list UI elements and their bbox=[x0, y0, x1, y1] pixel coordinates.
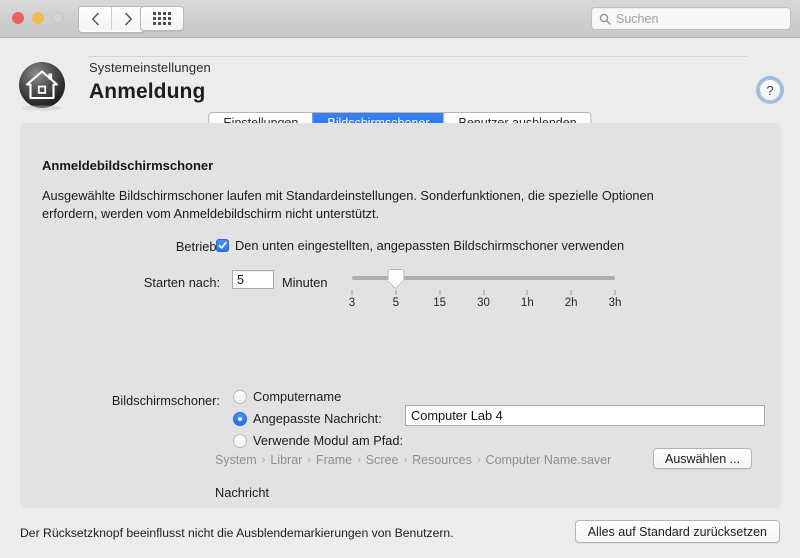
reset-all-button[interactable]: Alles auf Standard zurücksetzen bbox=[574, 520, 780, 543]
breadcrumb-segment: Computer Name.saver bbox=[485, 453, 612, 467]
breadcrumb-segment: System bbox=[215, 453, 257, 467]
window-controls bbox=[12, 12, 64, 24]
slider-tick bbox=[483, 290, 484, 295]
message-caption: Nachricht bbox=[215, 485, 270, 500]
radio-module-path[interactable]: Verwende Modul am Pfad: bbox=[233, 433, 403, 448]
operation-checkbox-row[interactable]: Den unten eingestellten, angepassten Bil… bbox=[216, 238, 624, 253]
start-after-input[interactable] bbox=[232, 270, 274, 289]
slider-tick-label: 1h bbox=[520, 297, 534, 309]
radio-custom-message-button[interactable] bbox=[233, 411, 247, 426]
screensaver-label: Bildschirmschoner: bbox=[111, 393, 220, 408]
operation-checkbox[interactable] bbox=[216, 239, 229, 252]
slider-tick-label: 3 bbox=[348, 297, 356, 309]
window-titlebar bbox=[0, 0, 800, 38]
close-button[interactable] bbox=[12, 12, 24, 24]
slider-tick-label: 2h bbox=[564, 297, 578, 309]
header-divider bbox=[88, 56, 748, 57]
system-preferences-window: Systemeinstellungen Anmeldung ? Einstell… bbox=[0, 0, 800, 558]
start-after-label: Starten nach: bbox=[143, 275, 220, 290]
show-all-button[interactable] bbox=[140, 6, 184, 31]
breadcrumb-separator: › bbox=[403, 454, 408, 466]
radio-custom-message-label: Angepasste Nachricht: bbox=[253, 411, 382, 426]
checkmark-icon bbox=[218, 241, 227, 249]
slider-tick-label: 5 bbox=[392, 297, 400, 309]
home-icon bbox=[19, 62, 65, 111]
chevron-right-icon bbox=[124, 12, 132, 25]
breadcrumb-separator: › bbox=[476, 454, 481, 466]
back-button[interactable] bbox=[79, 7, 111, 30]
settings-panel: Anmeldebildschirmschoner Ausgewählte Bil… bbox=[20, 123, 781, 508]
search-field[interactable] bbox=[591, 7, 791, 30]
slider-tick-label: 3h bbox=[608, 297, 622, 309]
radio-computername-label: Computername bbox=[253, 389, 342, 404]
breadcrumb-separator: › bbox=[357, 454, 361, 466]
choose-button[interactable]: Auswählen ... bbox=[653, 448, 753, 469]
module-path-breadcrumb: System › Librar › Frame › Scree › Resources › Comp… bbox=[215, 453, 611, 467]
custom-message-input[interactable] bbox=[405, 405, 765, 426]
minimize-button[interactable] bbox=[32, 12, 44, 24]
radio-custom-message[interactable]: Angepasste Nachricht: bbox=[233, 411, 382, 426]
grid-dots-icon bbox=[153, 12, 171, 25]
search-icon bbox=[599, 13, 611, 25]
operation-checkbox-label: Den unten eingestellten, angepassten Bil… bbox=[235, 238, 625, 253]
operation-label: Betrieb: bbox=[175, 239, 220, 254]
slider-tick bbox=[351, 290, 353, 295]
breadcrumb-segment: Librar bbox=[270, 453, 303, 467]
footer-note: Der Rücksetzknopf beeinflusst nicht die … bbox=[20, 526, 454, 540]
slider-tick-label: 30 bbox=[477, 297, 490, 309]
slider-thumb[interactable] bbox=[387, 269, 405, 288]
zoom-button bbox=[52, 12, 64, 24]
slider-tick bbox=[439, 290, 441, 295]
breadcrumb-segment: Scree bbox=[365, 453, 399, 467]
navigation-buttons bbox=[78, 6, 145, 33]
radio-module-path-label: Verwende Modul am Pfad: bbox=[253, 433, 404, 448]
slider-tick bbox=[614, 290, 616, 295]
radio-computername[interactable]: Computername bbox=[233, 389, 341, 404]
breadcrumb-segment: Frame bbox=[316, 453, 353, 467]
start-after-unit: Minuten bbox=[282, 275, 328, 290]
breadcrumb-separator: › bbox=[261, 454, 266, 466]
slider-tick bbox=[570, 290, 572, 295]
breadcrumb-app-name[interactable]: Systemeinstellungen bbox=[89, 60, 211, 75]
search-input[interactable] bbox=[616, 11, 786, 26]
chevron-left-icon bbox=[91, 12, 99, 25]
section-title: Anmeldebildschirmschoner bbox=[42, 158, 214, 173]
breadcrumb-segment: Resources bbox=[412, 453, 472, 467]
slider-tick bbox=[526, 290, 528, 295]
start-after-slider[interactable]: 3 5 15 30 1h 2h 3h bbox=[335, 268, 621, 318]
radio-computername-button[interactable] bbox=[233, 389, 247, 404]
help-button[interactable]: ? bbox=[759, 79, 781, 101]
help-question-icon: ? bbox=[766, 82, 774, 98]
section-description: Ausgewählte Bildschirmschoner laufen mit… bbox=[42, 188, 654, 221]
radio-module-path-button[interactable] bbox=[233, 433, 247, 448]
page-title: Anmeldung bbox=[89, 80, 206, 103]
slider-tick bbox=[395, 290, 397, 295]
slider-tick-label: 15 bbox=[433, 297, 447, 309]
breadcrumb-separator: › bbox=[307, 454, 311, 466]
